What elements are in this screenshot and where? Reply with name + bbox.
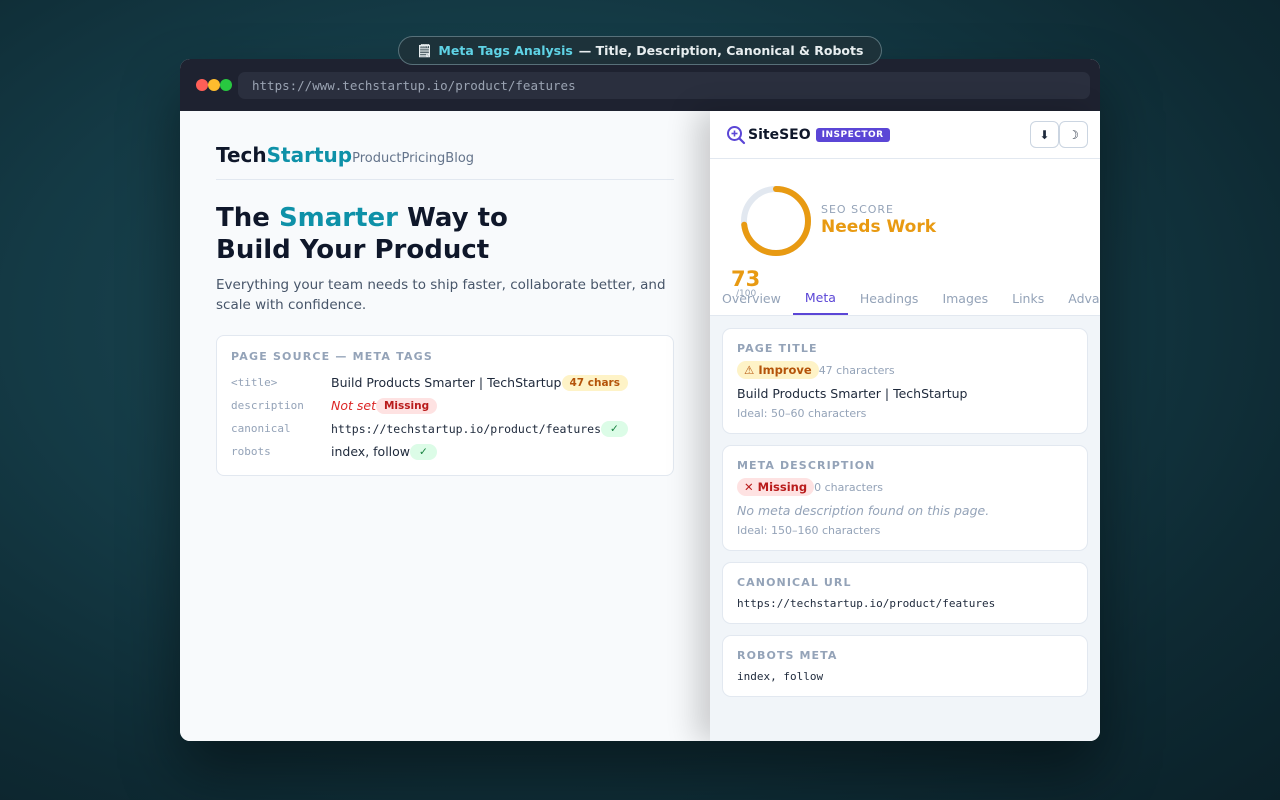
tab-links[interactable]: Links — [1000, 281, 1056, 315]
tab-meta[interactable]: Meta — [792, 281, 848, 315]
magnifier-plus-icon — [727, 125, 746, 144]
missing-badge: ✕ Missing — [737, 478, 815, 496]
maximize-window-button[interactable] — [220, 79, 232, 91]
clipboard-icon: 🗒 — [416, 42, 433, 58]
seo-inspector-panel: SiteSEO INSPECTOR ⬇ ☽ 73 /100 SEO SCORE … — [710, 111, 1100, 741]
robots-card: ROBOTS META index, follow — [722, 635, 1088, 697]
canonical-card: CANONICAL URL https://techstartup.io/pro… — [722, 562, 1088, 624]
score-max: /100 — [736, 289, 757, 299]
panel-brand: SiteSEO — [748, 126, 811, 143]
improve-badge: ⚠ Improve — [737, 361, 819, 379]
source-box-title: PAGE SOURCE — META TAGS — [231, 350, 434, 363]
description-ideal: Ideal: 150–160 characters — [737, 524, 881, 537]
meta-description-card: META DESCRIPTION ✕ Missing 0 characters … — [722, 445, 1088, 551]
tab-images[interactable]: Images — [930, 281, 1000, 315]
site-nav-links: Product Pricing Blog — [352, 151, 474, 166]
nav-link-pricing[interactable]: Pricing — [401, 151, 445, 166]
theme-toggle-icon[interactable]: ☽ — [1059, 121, 1088, 148]
canonical-value: https://techstartup.io/product/features — [737, 597, 996, 610]
source-row-title: <title> Build Products Smarter | TechSta… — [231, 371, 659, 394]
score-value: 73 — [731, 267, 761, 291]
title-value: Build Products Smarter | TechStartup — [737, 386, 968, 401]
viewport: TechStartup Product Pricing Blog The Sma… — [180, 111, 1100, 741]
check-icon: ✓ — [601, 420, 628, 437]
nav-link-blog[interactable]: Blog — [445, 151, 474, 166]
description-value: No meta description found on this page. — [737, 503, 990, 518]
tab-headings[interactable]: Headings — [848, 281, 931, 315]
source-row-robots: robots index, follow ✓ — [231, 440, 659, 463]
char-count: 0 characters — [814, 480, 883, 494]
page-title-card: PAGE TITLE ⚠ Improve 47 characters Build… — [722, 328, 1088, 434]
inspector-badge: INSPECTOR — [815, 127, 890, 142]
source-row-canonical: canonical https://techstartup.io/product… — [231, 417, 659, 440]
website-page: TechStartup Product Pricing Blog The Sma… — [180, 111, 710, 741]
score-status: Needs Work — [821, 217, 937, 237]
minimize-window-button[interactable] — [208, 79, 220, 91]
panel-tabs: Overview Meta Headings Images Links Adva… — [710, 281, 1100, 316]
meta-cards: PAGE TITLE ⚠ Improve 47 characters Build… — [710, 316, 1100, 720]
score-section: 73 /100 SEO SCORE Needs Work — [710, 159, 1100, 299]
check-icon: ✓ — [410, 443, 437, 460]
source-row-description: description Not set Missing — [231, 394, 659, 417]
score-ring — [741, 186, 811, 256]
missing-chip: Missing — [375, 397, 438, 414]
score-label: SEO SCORE — [821, 203, 895, 216]
close-window-button[interactable] — [196, 79, 208, 91]
robots-value: index, follow — [737, 670, 824, 683]
meta-source-box: PAGE SOURCE — META TAGS <title> Build Pr… — [216, 335, 674, 476]
tab-advanced[interactable]: Advanced — [1056, 281, 1100, 315]
browser-window: https://www.techstartup.io/product/featu… — [180, 59, 1100, 741]
hero-heading: The Smarter Way to Build Your Product — [216, 203, 508, 265]
download-icon[interactable]: ⬇ — [1030, 121, 1059, 148]
char-count: 47 characters — [818, 363, 895, 377]
nav-link-product[interactable]: Product — [352, 151, 401, 166]
banner-accent: Meta Tags Analysis — [438, 43, 573, 58]
site-logo[interactable]: TechStartup — [216, 143, 352, 167]
banner-text: — Title, Description, Canonical & Robots — [578, 43, 864, 58]
hero-subtitle: Everything your team needs to ship faste… — [216, 277, 666, 313]
site-header: TechStartup Product Pricing Blog — [216, 143, 674, 180]
address-bar[interactable]: https://www.techstartup.io/product/featu… — [238, 71, 1090, 99]
panel-header: SiteSEO INSPECTOR ⬇ ☽ — [710, 111, 1100, 159]
title-ideal: Ideal: 50–60 characters — [737, 407, 867, 420]
context-banner: 🗒 Meta Tags Analysis — Title, Descriptio… — [398, 36, 882, 65]
char-count-chip: 47 chars — [561, 374, 628, 391]
browser-chrome: https://www.techstartup.io/product/featu… — [180, 59, 1100, 111]
